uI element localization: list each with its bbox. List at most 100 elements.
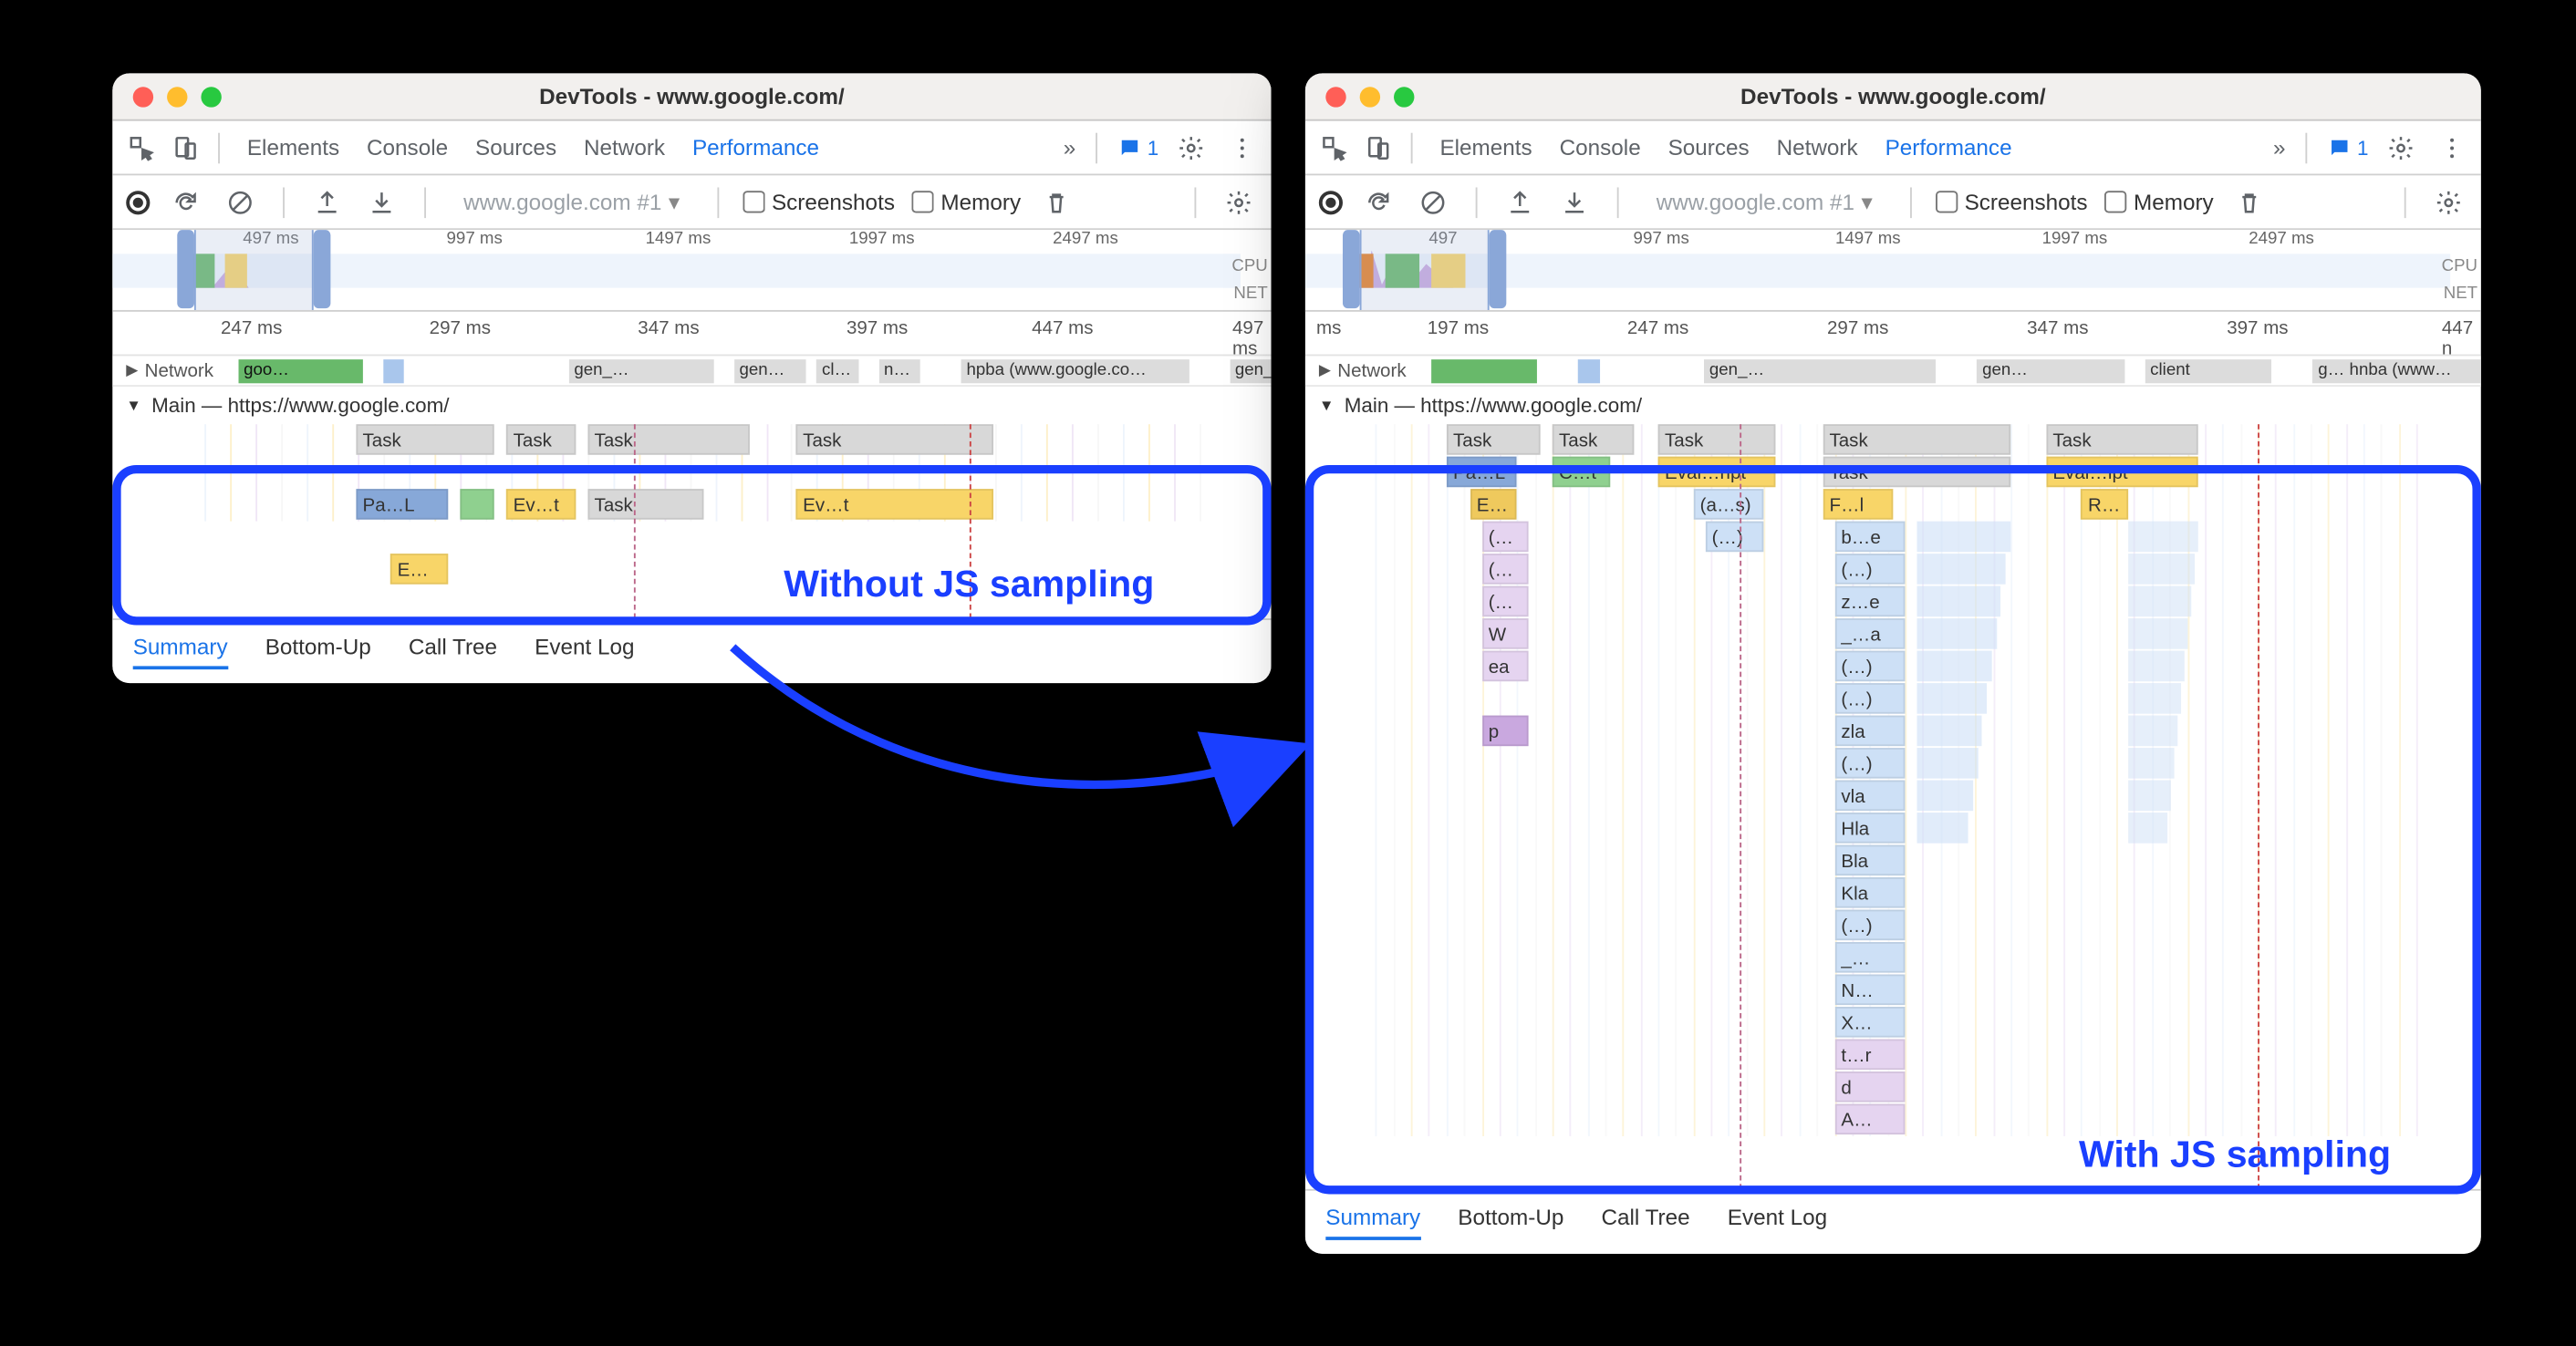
screenshots-checkbox[interactable]: Screenshots [1936,189,2088,214]
flame-frame[interactable] [1916,716,1982,747]
upload-icon[interactable] [308,183,346,221]
time-ruler[interactable]: ms 197 ms 247 ms 297 ms 347 ms 397 ms 44… [1305,312,2481,357]
flame-frame[interactable]: (…) [1834,554,1905,585]
settings-gear-icon[interactable] [1172,129,1210,166]
flame-frame[interactable] [2128,813,2167,844]
flame-frame[interactable]: Task [587,489,703,520]
zoom-traffic-light[interactable] [1394,86,1414,106]
flame-frame[interactable] [2128,683,2181,714]
timeline-overview[interactable]: 497 997 ms 1497 ms 1997 ms 2497 ms CPU N… [1305,230,2481,312]
tab-summary[interactable]: Summary [1325,1205,1420,1240]
network-track[interactable]: ▶Network gen_…gen…clientg… hnba (www…gen [1305,356,2481,387]
flame-frame[interactable]: Ev…t [506,489,576,520]
flame-frame[interactable] [1916,683,1987,714]
close-traffic-light[interactable] [133,86,153,106]
flame-frame[interactable]: p [1481,716,1529,747]
tab-elements[interactable]: Elements [247,135,339,160]
flame-frame[interactable]: (… [1481,522,1529,553]
upload-icon[interactable] [1501,183,1539,221]
flame-frame[interactable] [2128,586,2192,617]
network-request-block[interactable]: goo… [239,358,363,382]
flame-frame[interactable]: E… [1470,489,1517,520]
flame-frame[interactable]: (a…s) [1693,489,1763,520]
capture-settings-gear-icon[interactable] [1220,183,1257,221]
inspect-icon[interactable] [1315,129,1353,166]
tab-performance[interactable]: Performance [692,135,819,160]
garbage-collect-icon[interactable] [1038,183,1075,221]
overview-handle-right[interactable] [314,230,331,308]
network-request-block[interactable]: cl… [816,358,857,382]
flame-frame[interactable]: Eval…ript [1658,457,1776,488]
tab-console[interactable]: Console [1560,135,1641,160]
tab-call-tree[interactable]: Call Tree [1601,1205,1689,1240]
flame-frame[interactable]: Task [1658,424,1776,455]
inspect-icon[interactable] [122,129,160,166]
flame-frame[interactable]: (…) [1705,522,1763,553]
network-request-block[interactable] [1578,358,1599,382]
flame-frame[interactable]: Kla [1834,877,1905,908]
network-track[interactable]: ▶Network goo…gen_…gen…cl…n…hpba (www.goo… [112,356,1271,387]
reload-record-icon[interactable] [167,183,204,221]
flame-frame[interactable] [1916,781,1973,812]
flame-frame[interactable]: Task [796,424,993,455]
network-request-block[interactable]: n… [878,358,919,382]
more-tabs-chevron[interactable]: » [2273,135,2286,160]
flame-frame[interactable]: Pa…L [1447,457,1517,488]
flame-frame[interactable]: E… [390,554,449,585]
flame-frame[interactable] [1916,522,2010,553]
tab-elements[interactable]: Elements [1439,135,1532,160]
flame-frame[interactable]: (…) [1834,683,1905,714]
record-button[interactable] [1319,190,1343,213]
overview-handle-right[interactable] [1490,230,1507,308]
tab-sources[interactable]: Sources [475,135,556,160]
flame-frame[interactable]: z…e [1834,586,1905,617]
flame-frame[interactable] [2128,781,2170,812]
flame-frame[interactable]: Ev…t [796,489,993,520]
network-request-block[interactable]: hpba (www.google.co… [961,358,1189,382]
recording-selector[interactable]: www.google.com #1▾ [450,185,693,219]
memory-checkbox[interactable]: Memory [2104,189,2213,214]
flame-frame[interactable]: R… [2082,489,2129,520]
flame-frame[interactable]: (… [1481,586,1529,617]
tab-summary[interactable]: Summary [133,634,228,669]
flame-frame[interactable] [2128,716,2177,747]
kebab-menu-icon[interactable] [1223,129,1261,166]
flame-frame[interactable]: Hla [1834,813,1905,844]
flame-frame[interactable]: X… [1834,1007,1905,1038]
main-thread-label[interactable]: ▼Main — https://www.google.com/ [1305,387,2481,424]
network-request-block[interactable]: gen_2… [1230,358,1271,382]
tab-event-log[interactable]: Event Log [1728,1205,1827,1240]
flame-frame[interactable] [1916,554,2006,585]
overview-handle-left[interactable] [1343,230,1360,308]
flame-frame[interactable] [2128,522,2198,553]
flame-frame[interactable]: Bla [1834,845,1905,876]
flame-frame[interactable]: Task [1447,424,1541,455]
network-request-block[interactable]: g… hnba (www… [2313,358,2481,382]
flame-frame[interactable]: _…a [1834,618,1905,649]
network-request-block[interactable]: gen… [734,358,806,382]
settings-gear-icon[interactable] [2382,129,2419,166]
reload-record-icon[interactable] [1360,183,1397,221]
flame-frame[interactable] [2128,651,2185,682]
tab-bottom-up[interactable]: Bottom-Up [265,634,371,669]
tab-event-log[interactable]: Event Log [535,634,634,669]
flame-frame[interactable]: (…) [1834,910,1905,941]
screenshots-checkbox[interactable]: Screenshots [743,189,895,214]
flame-frame[interactable]: b…e [1834,522,1905,553]
flame-frame[interactable]: (…) [1834,748,1905,779]
clear-icon[interactable] [222,183,259,221]
network-request-block[interactable]: gen_… [569,358,713,382]
flame-frame[interactable]: Eval…ipt [2046,457,2199,488]
flame-frame[interactable]: ea [1481,651,1529,682]
zoom-traffic-light[interactable] [201,86,221,106]
download-icon[interactable] [1555,183,1593,221]
flame-frame[interactable]: (… [1481,554,1529,585]
tab-sources[interactable]: Sources [1668,135,1750,160]
flame-frame[interactable]: t…r [1834,1039,1905,1070]
kebab-menu-icon[interactable] [2434,129,2471,166]
tab-network[interactable]: Network [1777,135,1858,160]
flame-frame[interactable]: A… [1834,1103,1905,1134]
flame-frame[interactable]: Task [1553,424,1635,455]
tab-console[interactable]: Console [367,135,448,160]
flame-frame[interactable] [1916,586,2001,617]
